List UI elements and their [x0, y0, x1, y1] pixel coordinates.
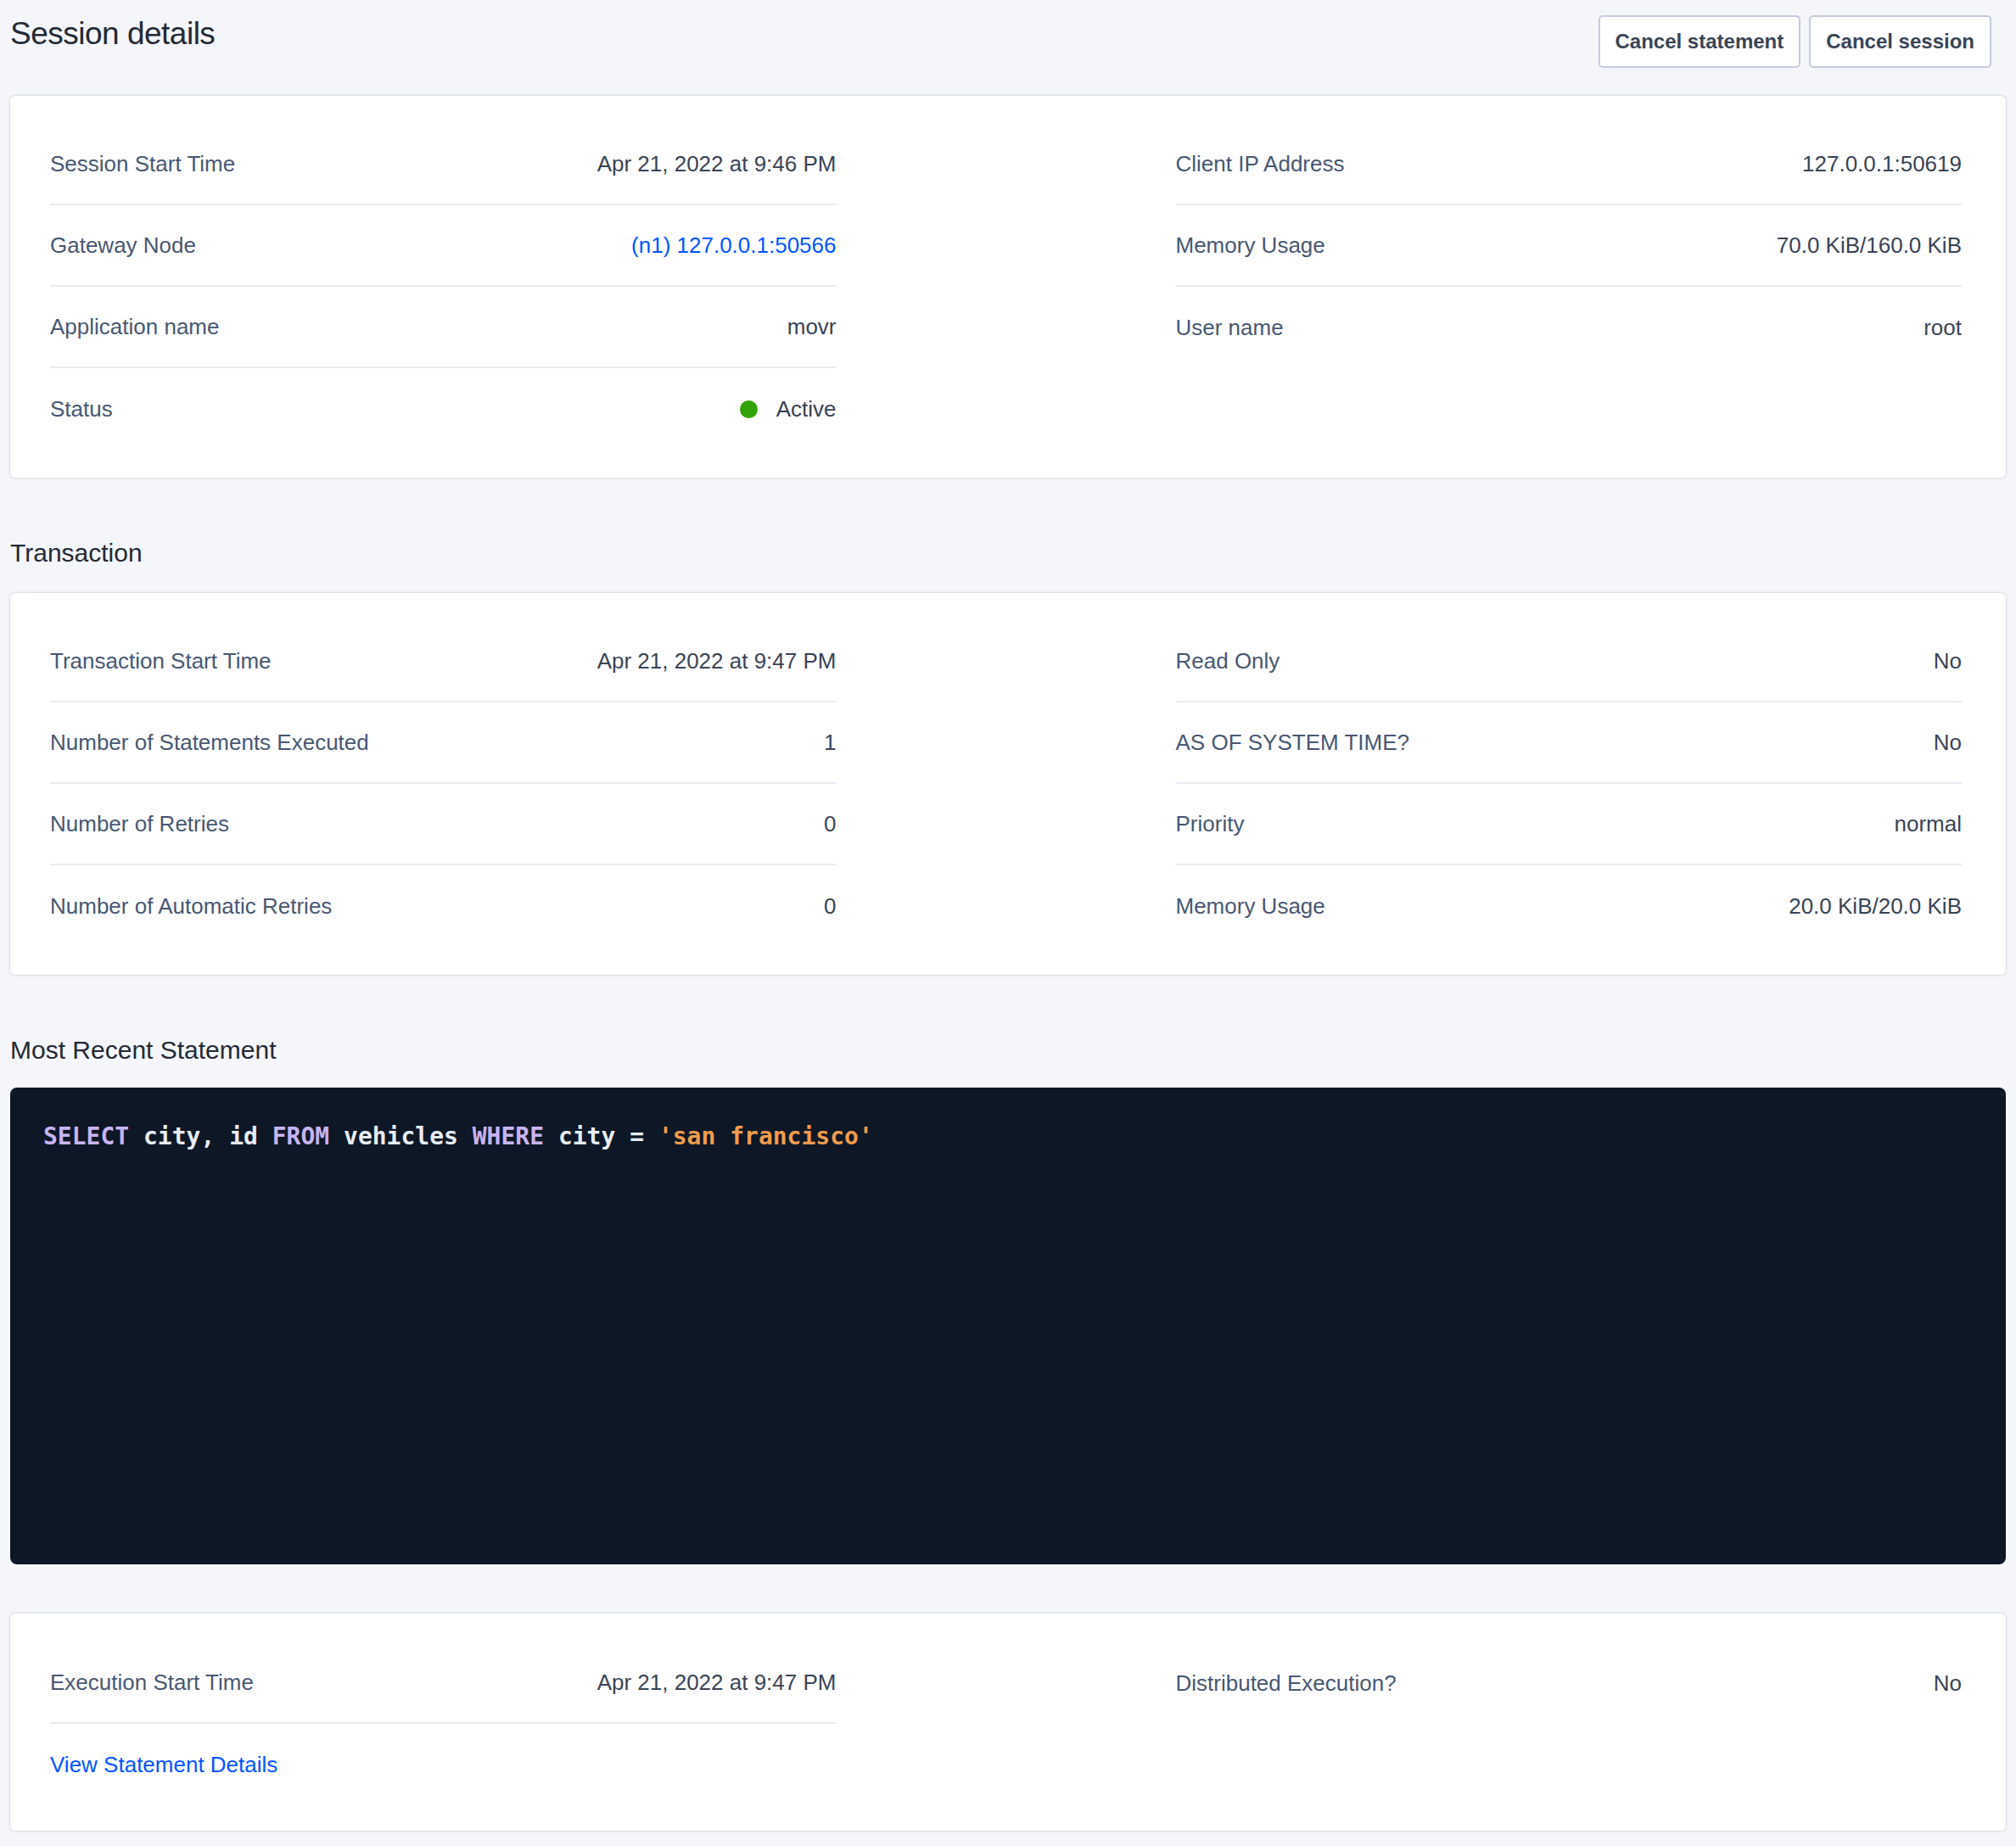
- execution-start-time-value: Apr 21, 2022 at 9:47 PM: [597, 1670, 837, 1696]
- sql-token-kw: SELECT: [43, 1122, 129, 1150]
- session-memory-usage-value: 70.0 KiB/160.0 KiB: [1777, 232, 1962, 259]
- view-statement-details-row: View Statement Details: [50, 1724, 837, 1805]
- session-start-time-row: Session Start Time Apr 21, 2022 at 9:46 …: [50, 124, 837, 205]
- transaction-card: Transaction Start Time Apr 21, 2022 at 9…: [10, 593, 2006, 975]
- application-name-value: movr: [787, 314, 837, 340]
- execution-left-column: Execution Start Time Apr 21, 2022 at 9:4…: [50, 1642, 837, 1805]
- status-value: Active: [740, 396, 837, 422]
- read-only-label: Read Only: [1176, 648, 1280, 674]
- distributed-execution-value: No: [1934, 1670, 1962, 1697]
- automatic-retries-value: 0: [824, 893, 836, 920]
- transaction-start-time-label: Transaction Start Time: [50, 648, 272, 674]
- user-name-value: root: [1924, 315, 1962, 341]
- sql-token-str: 'san francisco': [658, 1122, 873, 1150]
- client-ip-value: 127.0.0.1:50619: [1802, 151, 1962, 177]
- statements-executed-value: 1: [824, 730, 836, 756]
- execution-right-column: Distributed Execution? No: [1176, 1642, 1963, 1805]
- session-start-time-value: Apr 21, 2022 at 9:46 PM: [597, 151, 837, 177]
- transaction-start-time-value: Apr 21, 2022 at 9:47 PM: [597, 648, 837, 674]
- sql-token-id: city, id: [129, 1122, 272, 1150]
- read-only-row: Read Only No: [1176, 621, 1963, 702]
- sql-statement-box: SELECT city, id FROM vehicles WHERE city…: [10, 1088, 2006, 1564]
- cancel-statement-button[interactable]: Cancel statement: [1599, 15, 1801, 68]
- as-of-system-time-row: AS OF SYSTEM TIME? No: [1176, 702, 1963, 784]
- priority-row: Priority normal: [1176, 784, 1963, 865]
- transaction-right-column: Read Only No AS OF SYSTEM TIME? No Prior…: [1176, 621, 1963, 947]
- client-ip-label: Client IP Address: [1176, 151, 1345, 177]
- execution-start-time-row: Execution Start Time Apr 21, 2022 at 9:4…: [50, 1642, 837, 1724]
- read-only-value: No: [1934, 648, 1962, 674]
- status-text: Active: [776, 396, 837, 422]
- automatic-retries-row: Number of Automatic Retries 0: [50, 865, 837, 947]
- user-name-label: User name: [1176, 315, 1284, 341]
- session-summary-right-column: Client IP Address 127.0.0.1:50619 Memory…: [1176, 124, 1963, 450]
- as-of-system-time-label: AS OF SYSTEM TIME?: [1176, 730, 1409, 756]
- gateway-node-label: Gateway Node: [50, 232, 196, 259]
- execution-start-time-label: Execution Start Time: [50, 1670, 254, 1696]
- automatic-retries-label: Number of Automatic Retries: [50, 893, 332, 920]
- page-title: Session details: [10, 12, 215, 56]
- sql-token-kw: WHERE: [473, 1122, 544, 1150]
- session-memory-usage-label: Memory Usage: [1176, 232, 1325, 259]
- client-ip-row: Client IP Address 127.0.0.1:50619: [1176, 124, 1963, 205]
- view-statement-details-link[interactable]: View Statement Details: [50, 1752, 277, 1778]
- session-details-page: Session details Cancel statement Cancel …: [0, 0, 2016, 1831]
- page-header: Session details Cancel statement Cancel …: [10, 0, 2006, 56]
- priority-value: normal: [1895, 811, 1962, 837]
- statements-executed-label: Number of Statements Executed: [50, 730, 369, 756]
- session-summary-left-column: Session Start Time Apr 21, 2022 at 9:46 …: [50, 124, 837, 450]
- application-name-row: Application name movr: [50, 287, 837, 368]
- gateway-node-link[interactable]: (n1) 127.0.0.1:50566: [631, 232, 836, 259]
- distributed-execution-label: Distributed Execution?: [1176, 1670, 1397, 1697]
- transaction-section-title: Transaction: [10, 538, 2006, 568]
- transaction-memory-usage-value: 20.0 KiB/20.0 KiB: [1789, 893, 1962, 920]
- statements-executed-row: Number of Statements Executed 1: [50, 702, 837, 784]
- transaction-start-time-row: Transaction Start Time Apr 21, 2022 at 9…: [50, 621, 837, 702]
- most-recent-statement-section-title: Most Recent Statement: [10, 1035, 2006, 1066]
- sql-token-id: city =: [544, 1122, 658, 1150]
- session-memory-usage-row: Memory Usage 70.0 KiB/160.0 KiB: [1176, 205, 1963, 287]
- status-label: Status: [50, 396, 113, 422]
- session-summary-card: Session Start Time Apr 21, 2022 at 9:46 …: [10, 96, 2006, 478]
- sql-token-id: vehicles: [329, 1122, 473, 1150]
- retries-value: 0: [824, 811, 836, 837]
- retries-label: Number of Retries: [50, 811, 229, 837]
- execution-card: Execution Start Time Apr 21, 2022 at 9:4…: [10, 1614, 2006, 1831]
- status-row: Status Active: [50, 368, 837, 450]
- as-of-system-time-value: No: [1934, 730, 1962, 756]
- user-name-row: User name root: [1176, 287, 1963, 368]
- transaction-memory-usage-label: Memory Usage: [1176, 893, 1325, 920]
- status-active-dot-icon: [740, 400, 758, 418]
- transaction-left-column: Transaction Start Time Apr 21, 2022 at 9…: [50, 621, 837, 947]
- transaction-memory-usage-row: Memory Usage 20.0 KiB/20.0 KiB: [1176, 865, 1963, 947]
- priority-label: Priority: [1176, 811, 1245, 837]
- gateway-node-row: Gateway Node (n1) 127.0.0.1:50566: [50, 205, 837, 287]
- cancel-session-button[interactable]: Cancel session: [1809, 15, 1991, 68]
- header-actions: Cancel statement Cancel session: [1599, 15, 1992, 68]
- distributed-execution-row: Distributed Execution? No: [1176, 1642, 1963, 1724]
- session-start-time-label: Session Start Time: [50, 151, 235, 177]
- application-name-label: Application name: [50, 314, 219, 340]
- retries-row: Number of Retries 0: [50, 784, 837, 865]
- sql-token-kw: FROM: [272, 1122, 329, 1150]
